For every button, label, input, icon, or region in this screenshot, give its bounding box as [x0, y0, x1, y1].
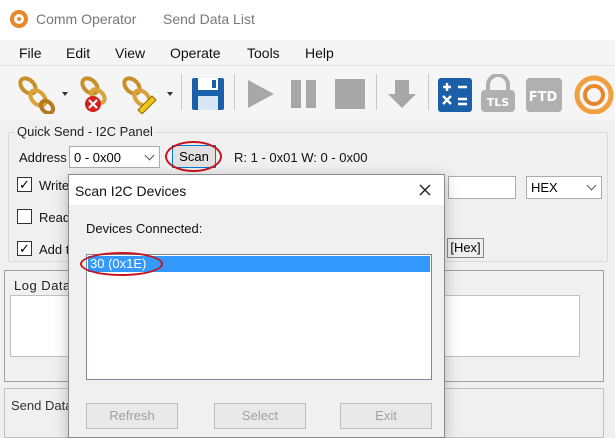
calculator-icon[interactable]: [436, 74, 474, 114]
menu-help[interactable]: Help: [305, 45, 334, 61]
app-logo-icon[interactable]: [570, 74, 615, 114]
play-icon[interactable]: [242, 74, 278, 114]
refresh-button[interactable]: Refresh: [86, 403, 178, 429]
hex-tag-button[interactable]: [Hex]: [447, 238, 484, 258]
add-checkbox[interactable]: ✓: [17, 241, 32, 256]
read-label: Read: [39, 210, 71, 225]
rw-address-info: R: 1 - 0x01 W: 0 - 0x00: [234, 150, 368, 165]
tls-label: TLS: [487, 96, 510, 109]
toolbar: TLS FTD: [0, 66, 615, 120]
connect-dropdown-icon[interactable]: [62, 92, 68, 96]
toolbar-separator: [428, 74, 429, 110]
edit-dropdown-icon[interactable]: [167, 92, 173, 96]
edit-connection-icon[interactable]: [118, 74, 162, 114]
exit-button[interactable]: Exit: [340, 403, 432, 429]
disconnect-icon[interactable]: [76, 74, 116, 114]
write-checkbox[interactable]: ✓: [17, 177, 32, 192]
add-label: Add t: [39, 242, 70, 257]
format-select[interactable]: HEX: [526, 176, 602, 199]
scan-annotation-ellipse: [165, 141, 222, 172]
menu-bar: File Edit View Operate Tools Help: [0, 40, 615, 66]
document-title: Send Data List: [163, 11, 255, 27]
address-select[interactable]: 0 - 0x00: [69, 146, 160, 168]
toolbar-separator: [234, 74, 235, 110]
title-bar: Comm Operator Send Data List: [0, 0, 615, 38]
ftdi-icon[interactable]: FTD: [524, 74, 564, 114]
send-data-title: Send Data: [11, 398, 73, 413]
stop-icon[interactable]: [332, 74, 368, 114]
chevron-down-icon: [586, 180, 597, 191]
close-icon[interactable]: [415, 180, 435, 200]
address-value: 0 - 0x00: [74, 150, 121, 165]
select-button[interactable]: Select: [214, 403, 306, 429]
download-icon[interactable]: [384, 74, 420, 114]
toolbar-separator: [181, 74, 182, 110]
devices-connected-label: Devices Connected:: [86, 221, 203, 236]
menu-view[interactable]: View: [115, 45, 145, 61]
app-logo-icon: [10, 10, 28, 28]
tls-icon[interactable]: TLS: [478, 74, 518, 114]
dialog-title: Scan I2C Devices: [75, 183, 187, 199]
menu-operate[interactable]: Operate: [170, 45, 221, 61]
menu-file[interactable]: File: [19, 45, 42, 61]
device-annotation-ellipse: [80, 252, 163, 276]
log-data-title: Log Data: [14, 278, 71, 293]
connect-icon[interactable]: [14, 74, 58, 114]
address-label: Address: [19, 150, 67, 165]
menu-tools[interactable]: Tools: [247, 45, 280, 61]
chevron-down-icon: [144, 150, 155, 161]
quick-send-title: Quick Send - I2C Panel: [15, 124, 155, 139]
dialog-title-bar: Scan I2C Devices: [69, 175, 444, 205]
save-icon[interactable]: [188, 74, 228, 114]
menu-edit[interactable]: Edit: [66, 45, 90, 61]
data-input[interactable]: [448, 176, 516, 199]
app-title: Comm Operator: [36, 11, 137, 27]
scan-dialog: Scan I2C Devices Devices Connected: 30 (…: [68, 174, 445, 438]
read-checkbox[interactable]: [17, 209, 32, 224]
pause-icon[interactable]: [286, 74, 322, 114]
write-label: Write: [39, 178, 70, 193]
format-value: HEX: [531, 180, 558, 195]
toolbar-separator: [376, 74, 377, 110]
ftdi-label: FTD: [529, 90, 558, 105]
